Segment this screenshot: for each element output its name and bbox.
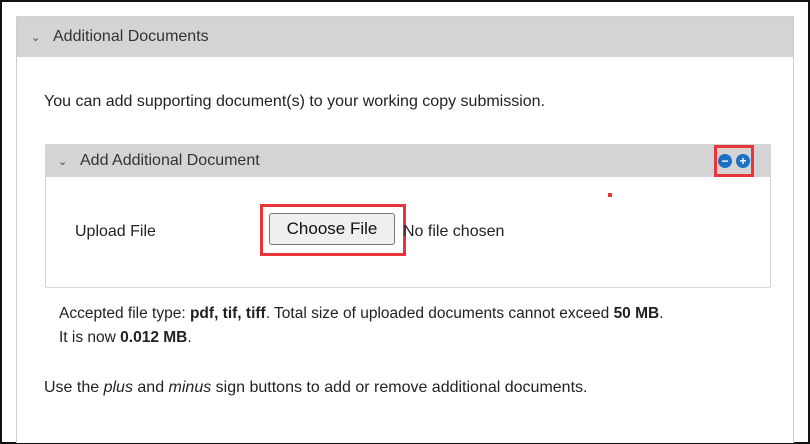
subpanel-title: Add Additional Document bbox=[80, 152, 260, 169]
additional-documents-header[interactable]: ⌄ Additional Documents bbox=[17, 17, 793, 57]
upload-file-label: Upload File bbox=[75, 223, 156, 240]
size-limit: 50 MB bbox=[613, 305, 660, 322]
red-marker-dot bbox=[608, 193, 612, 197]
add-remove-controls: − + bbox=[714, 145, 754, 177]
panel-title: Additional Documents bbox=[53, 28, 209, 45]
hint-prefix: Use the bbox=[44, 379, 104, 396]
minus-circle-icon[interactable]: − bbox=[718, 154, 732, 168]
current-size-end: . bbox=[187, 329, 192, 346]
accepted-prefix: Accepted file type: bbox=[59, 305, 190, 322]
accepted-types: pdf, tif, tiff bbox=[189, 305, 266, 322]
choose-file-button[interactable]: Choose File bbox=[269, 213, 395, 245]
accepted-file-info: Accepted file type: pdf, tif, tiff. Tota… bbox=[59, 302, 784, 350]
accepted-middle: . Total size of uploaded documents canno… bbox=[265, 305, 614, 322]
add-remove-hint: Use the plus and minus sign buttons to a… bbox=[44, 379, 587, 397]
add-additional-document-header[interactable]: ⌄ Add Additional Document − + bbox=[46, 145, 770, 177]
add-additional-document-panel: ⌄ Add Additional Document − + Upload Fil… bbox=[45, 144, 771, 288]
hint-minus: minus bbox=[168, 379, 212, 396]
plus-circle-icon[interactable]: + bbox=[736, 154, 750, 168]
choose-file-highlight: Choose File bbox=[260, 204, 406, 256]
current-size-prefix: It is now bbox=[59, 329, 121, 346]
file-status-text: No file chosen bbox=[403, 223, 505, 240]
hint-and: and bbox=[132, 379, 169, 396]
current-size: 0.012 MB bbox=[120, 329, 188, 346]
hint-suffix: sign buttons to add or remove additional… bbox=[211, 379, 588, 396]
additional-documents-panel: ⌄ Additional Documents You can add suppo… bbox=[16, 16, 794, 443]
hint-plus: plus bbox=[103, 379, 133, 396]
accepted-end: . bbox=[659, 305, 664, 322]
chevron-down-icon: ⌄ bbox=[31, 31, 41, 44]
chevron-down-icon: ⌄ bbox=[58, 155, 68, 168]
intro-text: You can add supporting document(s) to yo… bbox=[44, 93, 546, 110]
